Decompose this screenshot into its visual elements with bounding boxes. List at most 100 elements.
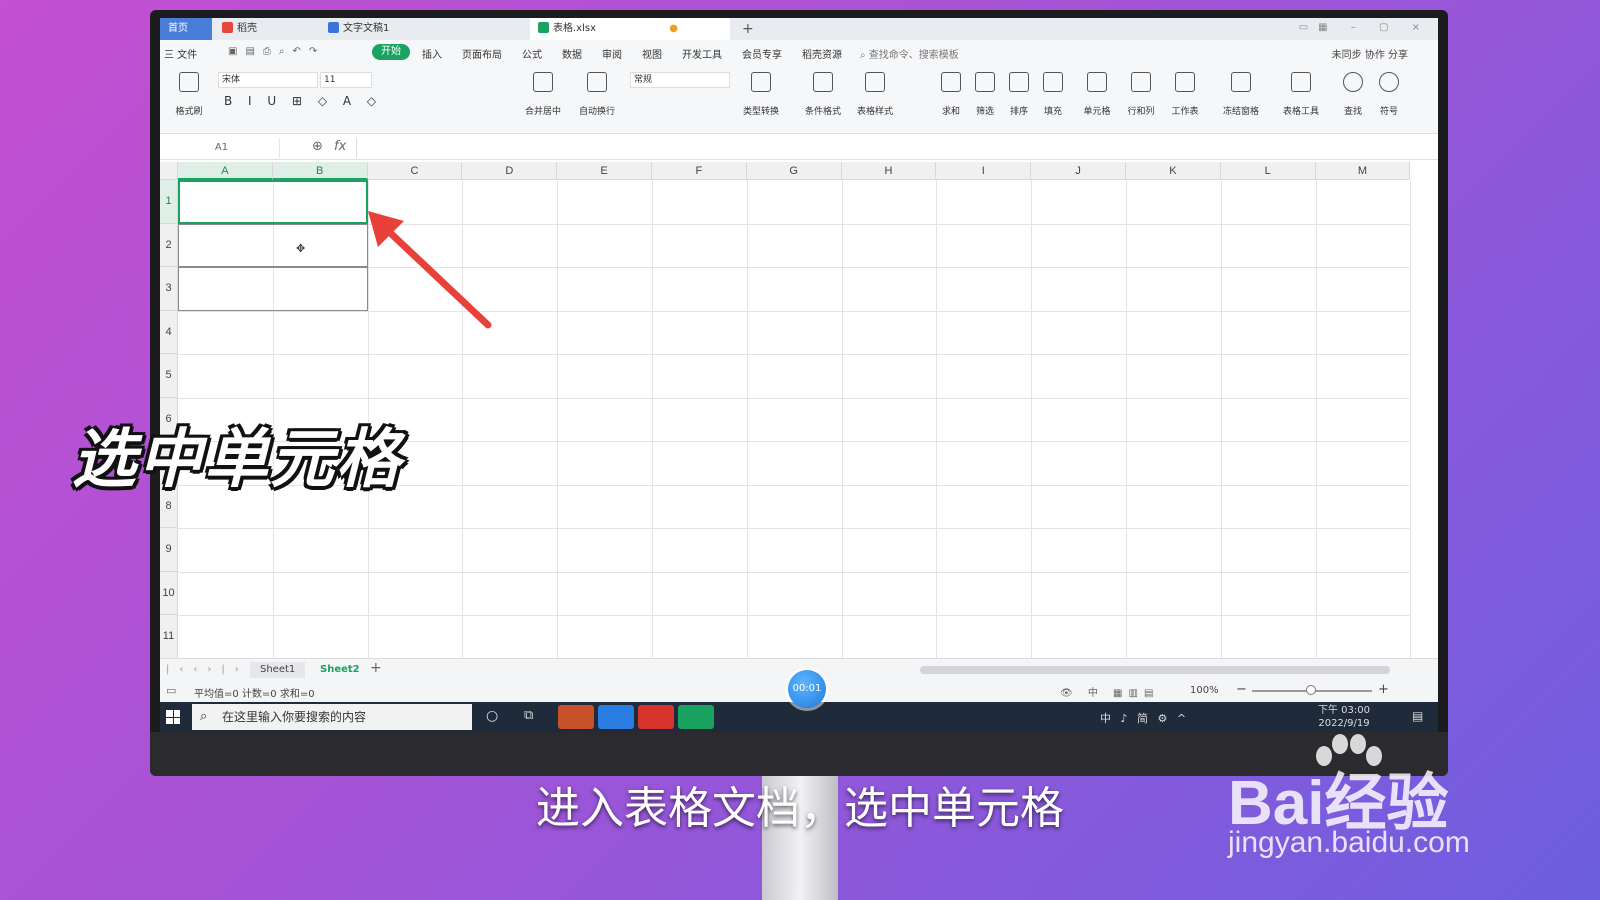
menu-view[interactable]: 视图: [642, 46, 662, 61]
ribbon-label: 格式刷: [175, 107, 203, 117]
sync-share-bar[interactable]: 未同步 协作 分享: [1332, 46, 1408, 61]
file-menu[interactable]: 三 文件: [164, 46, 197, 61]
menu-page-layout[interactable]: 页面布局: [462, 46, 502, 61]
fill-button[interactable]: 填充: [1030, 72, 1076, 117]
column-header-e[interactable]: E: [557, 162, 652, 180]
row-header-4[interactable]: 4: [160, 310, 178, 354]
freeze-panes-button[interactable]: 冻结窗格: [1218, 72, 1264, 117]
merge-center-button[interactable]: 合并居中: [520, 72, 566, 117]
wrap-text-button[interactable]: 自动换行: [574, 72, 620, 117]
column-header-d[interactable]: D: [462, 162, 558, 180]
zoom-percentage[interactable]: 100%: [1190, 685, 1219, 696]
sheet-nav-arrows[interactable]: |‹‹›|›: [166, 664, 249, 675]
column-header-h[interactable]: H: [841, 162, 937, 180]
row-header-9[interactable]: 9: [160, 528, 178, 572]
horizontal-scrollbar[interactable]: [920, 666, 1390, 674]
tab-home[interactable]: 首页: [160, 18, 212, 40]
quick-access-icons[interactable]: ▣▤⎙⌕↶↷: [228, 46, 325, 57]
format-painter-button[interactable]: 格式刷: [166, 72, 212, 117]
macro-icon[interactable]: ▭: [166, 684, 176, 697]
bordered-cell-row-3[interactable]: [178, 267, 368, 311]
writer-icon: [328, 22, 339, 33]
bordered-cell-row-2[interactable]: [178, 223, 368, 267]
ribbon-label: 求和: [941, 107, 960, 117]
menu-data[interactable]: 数据: [562, 46, 582, 61]
menu-developer[interactable]: 开发工具: [682, 46, 722, 61]
formula-input[interactable]: [356, 138, 1426, 158]
menu-insert[interactable]: 插入: [422, 46, 442, 61]
table-tools-button[interactable]: 表格工具: [1278, 72, 1324, 117]
wrap-icon: [587, 72, 607, 92]
format-painter-icon: [179, 72, 199, 92]
window-controls[interactable]: ▭▦ – ▢ ×: [1299, 22, 1430, 33]
spreadsheet-icon: [538, 22, 549, 33]
row-header-3[interactable]: 3: [160, 267, 178, 311]
grid-column-line: [1220, 180, 1222, 658]
taskbar-app-browser-icon[interactable]: [558, 705, 594, 729]
tab-docer[interactable]: 稻壳: [214, 18, 314, 40]
sheet-tab-sheet2[interactable]: Sheet2: [310, 662, 370, 678]
menu-review[interactable]: 审阅: [602, 46, 622, 61]
row-header-11[interactable]: 11: [160, 615, 178, 659]
taskbar-search[interactable]: ⌕ 在这里输入你要搜索的内容: [192, 704, 472, 730]
taskbar-clock[interactable]: 下午 03:00 2022/9/19: [1318, 704, 1370, 730]
column-header-l[interactable]: L: [1220, 162, 1316, 180]
column-header-c[interactable]: C: [367, 162, 463, 180]
sheet-tab-sheet1[interactable]: Sheet1: [250, 662, 306, 678]
zoom-in-button[interactable]: +: [1378, 682, 1389, 697]
notification-icon[interactable]: ▤: [1412, 709, 1423, 723]
tab-writer-doc[interactable]: 文字文稿1: [320, 18, 520, 40]
menu-bar: 三 文件 ▣▤⎙⌕↶↷ 开始 插入 页面布局 公式 数据 审阅 视图 开发工具 …: [160, 40, 1438, 64]
column-header-k[interactable]: K: [1126, 162, 1221, 180]
row-col-button[interactable]: 行和列: [1118, 72, 1164, 117]
cortana-icon[interactable]: ○: [486, 708, 498, 724]
taskbar-app-wps-icon[interactable]: [638, 705, 674, 729]
name-box[interactable]: A1: [164, 138, 280, 158]
cell-button[interactable]: 单元格: [1074, 72, 1120, 117]
zoom-out-button[interactable]: −: [1236, 682, 1247, 697]
type-convert-button[interactable]: 类型转换: [738, 72, 784, 117]
column-header-g[interactable]: G: [746, 162, 842, 180]
menu-formula[interactable]: 公式: [522, 46, 542, 61]
ribbon-label: 冻结窗格: [1222, 107, 1259, 117]
font-style-buttons[interactable]: B I U ⊞ ◇ A ◇: [224, 94, 382, 108]
active-cell-selection[interactable]: [178, 180, 368, 224]
select-all-corner[interactable]: [160, 162, 178, 180]
row-header-5[interactable]: 5: [160, 354, 178, 398]
menu-start[interactable]: 开始: [372, 44, 410, 60]
row-header-2[interactable]: 2: [160, 223, 178, 267]
column-header-m[interactable]: M: [1315, 162, 1411, 180]
column-header-a[interactable]: A: [178, 162, 273, 180]
view-mode-icons[interactable]: 👁 中 ▦▥▤: [1060, 684, 1159, 699]
add-sheet-button[interactable]: +: [370, 660, 382, 676]
tab-spreadsheet[interactable]: 表格.xlsx ●: [530, 18, 730, 40]
worksheet-button[interactable]: 工作表: [1162, 72, 1208, 117]
row-header-10[interactable]: 10: [160, 571, 178, 615]
column-header-i[interactable]: I: [936, 162, 1032, 180]
row-header-1[interactable]: 1: [160, 180, 178, 224]
taskbar-app-sheet-icon[interactable]: [678, 705, 714, 729]
command-search[interactable]: ⌕ 查找命令、搜索模板: [860, 46, 959, 61]
taskbar-app-search-icon[interactable]: [598, 705, 634, 729]
font-size-select[interactable]: 11: [320, 72, 372, 88]
column-header-j[interactable]: J: [1031, 162, 1126, 180]
zoom-formula-icon[interactable]: ⊕: [312, 139, 323, 154]
table-style-button[interactable]: 表格样式: [852, 72, 898, 117]
column-header-b[interactable]: B: [272, 162, 368, 180]
zoom-slider-knob[interactable]: [1306, 685, 1316, 695]
symbol-button[interactable]: 符号: [1366, 72, 1412, 117]
number-format-select[interactable]: 常规: [630, 72, 730, 88]
tab-label: 表格.xlsx: [553, 23, 597, 34]
windows-start-icon[interactable]: [166, 710, 180, 724]
column-header-f[interactable]: F: [652, 162, 747, 180]
grid-column-line: [841, 180, 843, 658]
menu-member[interactable]: 会员专享: [742, 46, 782, 61]
task-view-icon[interactable]: ⧉: [524, 708, 533, 723]
tab-label: 首页: [168, 23, 188, 34]
system-tray[interactable]: 中 ♪ 简 ⚙ ^: [1100, 710, 1189, 726]
conditional-format-button[interactable]: 条件格式: [800, 72, 846, 117]
fx-icon[interactable]: fx: [334, 139, 346, 154]
font-name-select[interactable]: 宋体: [218, 72, 318, 88]
menu-docer-resources[interactable]: 稻壳资源: [802, 46, 842, 61]
new-tab-button[interactable]: +: [742, 18, 754, 40]
